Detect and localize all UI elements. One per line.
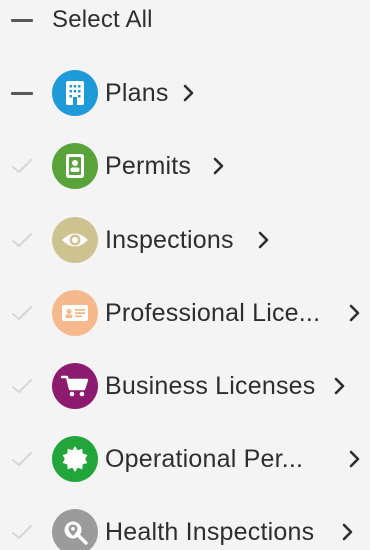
eye-icon — [52, 217, 98, 263]
select-all-label: Select All — [52, 6, 153, 33]
chevron-right-icon[interactable] — [212, 156, 226, 176]
item-label: Operational Per... — [105, 444, 304, 473]
item-checkbox[interactable] — [10, 447, 34, 471]
record-type-filter-list: Select All Plans Permits Inspections Pro… — [0, 0, 370, 550]
select-all-checkbox[interactable] — [10, 8, 34, 32]
search-location-icon — [52, 509, 98, 550]
select-all-row[interactable]: Select All — [0, 0, 370, 45]
check-icon — [12, 159, 32, 173]
item-label: Inspections — [105, 225, 234, 254]
item-label: Plans — [105, 78, 169, 107]
item-checkbox[interactable] — [10, 520, 34, 544]
check-icon — [12, 452, 32, 466]
item-checkbox[interactable] — [10, 154, 34, 178]
minus-icon — [11, 18, 33, 22]
list-item-health-inspections[interactable]: Health Inspections — [0, 507, 370, 550]
license-card-icon — [52, 290, 98, 336]
item-checkbox[interactable] — [10, 228, 34, 252]
list-item-inspections[interactable]: Inspections — [0, 215, 370, 265]
building-icon — [52, 70, 98, 116]
item-checkbox[interactable] — [10, 81, 34, 105]
item-label: Professional Lice... — [105, 298, 321, 327]
chevron-right-icon[interactable] — [182, 83, 196, 103]
chevron-right-icon[interactable] — [333, 376, 347, 396]
list-item-operational-permits[interactable]: Operational Per... — [0, 434, 370, 484]
item-label: Permits — [105, 151, 192, 180]
minus-icon — [11, 91, 33, 95]
check-icon — [12, 306, 32, 320]
list-item-professional-licenses[interactable]: Professional Lice... — [0, 288, 370, 338]
item-checkbox[interactable] — [10, 301, 34, 325]
list-item-plans[interactable]: Plans — [0, 68, 370, 118]
check-icon — [12, 233, 32, 247]
check-icon — [12, 379, 32, 393]
chevron-right-icon[interactable] — [257, 230, 271, 250]
seal-badge-icon — [52, 436, 98, 482]
list-item-permits[interactable]: Permits — [0, 141, 370, 191]
chevron-right-icon[interactable] — [348, 449, 362, 469]
item-checkbox[interactable] — [10, 374, 34, 398]
check-icon — [12, 525, 32, 539]
id-card-vertical-icon — [52, 143, 98, 189]
item-label: Business Licenses — [105, 371, 316, 400]
item-label: Health Inspections — [105, 517, 315, 546]
chevron-right-icon[interactable] — [341, 522, 355, 542]
shopping-cart-icon — [52, 363, 98, 409]
list-item-business-licenses[interactable]: Business Licenses — [0, 361, 370, 411]
chevron-right-icon[interactable] — [348, 303, 362, 323]
